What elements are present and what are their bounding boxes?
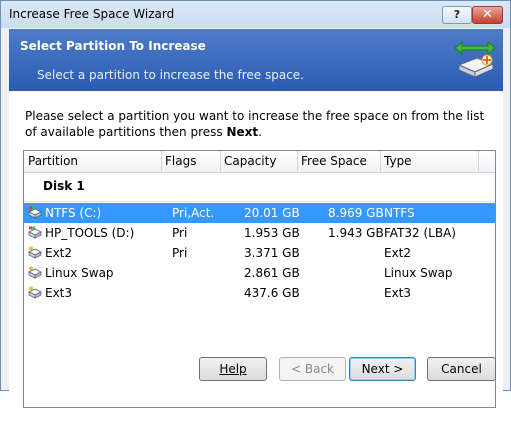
partition-capacity: 2.861 GB (244, 266, 300, 280)
header-subtitle: Select a partition to increase the free … (37, 68, 304, 82)
table-row[interactable]: Ext2 Pri 3.371 GB Ext2 (24, 243, 495, 263)
partition-name: HP_TOOLS (D:) (45, 226, 135, 240)
partition-name: Linux Swap (45, 266, 114, 280)
partition-flags: Pri (172, 226, 188, 240)
column-partition[interactable]: Partition (28, 154, 78, 168)
drive-windows-icon (28, 206, 42, 219)
table-row[interactable]: Linux Swap 2.861 GB Linux Swap (24, 263, 495, 283)
window-title: Increase Free Space Wizard (9, 7, 175, 21)
title-close-button[interactable]: ✕ (472, 6, 503, 24)
column-type[interactable]: Type (384, 154, 412, 168)
drive-linux-icon (28, 286, 42, 299)
column-capacity[interactable]: Capacity (224, 154, 276, 168)
cancel-button[interactable]: Cancel (427, 357, 496, 381)
partition-name: NTFS (C:) (45, 206, 102, 220)
disk-group: Disk 1 (24, 172, 495, 202)
partition-capacity: 3.371 GB (244, 246, 300, 260)
help-button[interactable]: Help (199, 357, 267, 381)
partition-flags: Pri,Act. (172, 206, 215, 220)
table-row[interactable]: HP_TOOLS (D:) Pri 1.953 GB 1.943 GB FAT32 (L… (24, 223, 495, 243)
partition-type: NTFS (384, 206, 415, 220)
header-title: Select Partition To Increase (20, 39, 206, 53)
partition-type: Linux Swap (384, 266, 453, 280)
drive-linux-icon (28, 246, 42, 259)
title-bar[interactable]: Increase Free Space Wizard ? ✕ (1, 1, 510, 28)
table-row[interactable]: Ext3 437.6 GB Ext3 (24, 283, 495, 303)
title-help-button[interactable]: ? (442, 6, 472, 24)
back-button[interactable]: < Back (279, 357, 346, 381)
increase-space-icon (454, 40, 496, 78)
column-free-space[interactable]: Free Space (301, 154, 367, 168)
partition-type: Ext3 (384, 286, 412, 300)
drive-windows-icon (28, 226, 42, 239)
disk-label: Disk 1 (43, 179, 85, 193)
wizard-header: Select Partition To Increase Select a pa… (9, 29, 503, 91)
partition-capacity: 20.01 GB (244, 206, 300, 220)
wizard-window: Increase Free Space Wizard ? ✕ Select Pa… (0, 0, 511, 440)
partition-type: Ext2 (384, 246, 412, 260)
partition-type: FAT32 (LBA) (384, 226, 456, 240)
drive-linux-icon (28, 266, 42, 279)
table-row[interactable]: NTFS (C:) Pri,Act. 20.01 GB 8.969 GB NTFS (24, 203, 495, 223)
partition-free-space: 1.943 GB (328, 226, 384, 240)
partition-name: Ext3 (45, 286, 73, 300)
partition-free-space: 8.969 GB (328, 206, 384, 220)
partition-capacity: 1.953 GB (244, 226, 300, 240)
list-header: Partition Flags Capacity Free Space Type (24, 151, 495, 173)
partition-name: Ext2 (45, 246, 73, 260)
next-button[interactable]: Next > (349, 357, 416, 381)
partition-capacity: 437.6 GB (244, 286, 300, 300)
partition-flags: Pri (172, 246, 188, 260)
column-flags[interactable]: Flags (165, 154, 196, 168)
wizard-body: Please select a partition you want to in… (9, 91, 511, 440)
instructions: Please select a partition you want to in… (25, 109, 485, 139)
